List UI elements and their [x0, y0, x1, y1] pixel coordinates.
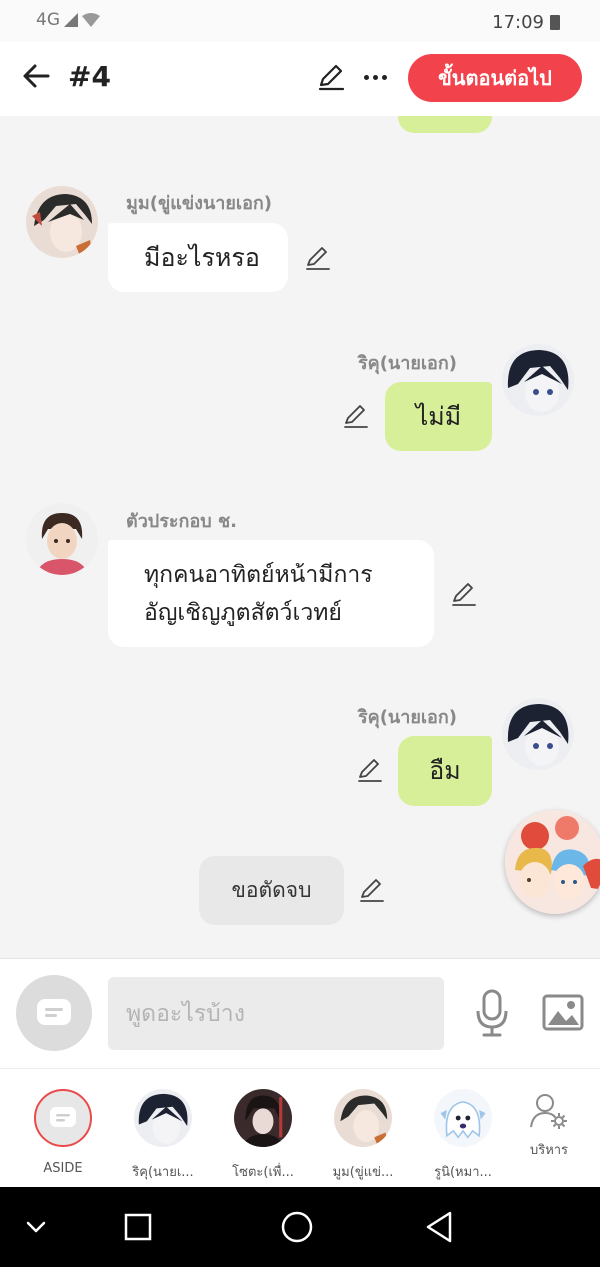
avatar — [234, 1089, 292, 1147]
avatar — [434, 1089, 492, 1147]
message-bubble[interactable]: มีอะไรหรอ — [108, 223, 288, 292]
status-left: 4G — [36, 10, 100, 30]
cast-item-sota[interactable]: โซตะ(เพื่... — [217, 1089, 309, 1182]
aside-avatar — [34, 1089, 92, 1147]
chevron-down-icon[interactable] — [18, 1209, 54, 1245]
aside-bubble[interactable]: ขอตัดจบ — [199, 856, 344, 925]
avatar-moom[interactable] — [26, 186, 98, 258]
cast-item-runi[interactable]: รูนิ(หมา... — [417, 1089, 509, 1182]
cast-label: บริหาร — [529, 1143, 569, 1158]
more-dot — [363, 74, 369, 80]
pencil-icon[interactable] — [356, 756, 384, 784]
square-icon[interactable] — [120, 1209, 156, 1245]
cast-label: รูนิ(หมา... — [434, 1165, 492, 1180]
avatar — [334, 1089, 392, 1147]
pencil-icon[interactable] — [450, 580, 478, 608]
avatar — [134, 1089, 192, 1147]
more-dot — [381, 74, 387, 80]
aside-toggle-button[interactable] — [16, 975, 92, 1051]
cast-label: มูม(ขู่แข่... — [332, 1165, 394, 1180]
chat-area[interactable]: มูม(ขู่แข่งนายเอก) มีอะไรหรอ ริคุ(นายเอก… — [0, 116, 600, 958]
avatar-riku[interactable] — [502, 344, 574, 416]
more-button[interactable] — [360, 62, 390, 92]
message-author: ตัวประกอบ ช. — [126, 511, 238, 532]
message-bubble[interactable]: ไม่มี — [385, 382, 492, 451]
cast-item-manage[interactable]: บริหาร — [503, 1091, 595, 1160]
page-title: #4 — [68, 60, 111, 93]
top-bar: #4 ขั้นตอนต่อไป — [0, 42, 600, 116]
chat-bubble-icon — [50, 1107, 76, 1127]
user-gear-icon — [530, 1094, 567, 1129]
floating-cast-avatar[interactable] — [505, 810, 600, 914]
avatar-riku[interactable] — [502, 698, 574, 770]
next-step-button[interactable]: ขั้นตอนต่อไป — [408, 54, 582, 102]
cast-item-moom[interactable]: มูม(ขู่แข่... — [317, 1089, 409, 1182]
back-button[interactable] — [18, 58, 54, 94]
circle-icon[interactable] — [279, 1209, 315, 1245]
cast-item-riku[interactable]: ริคุ(นายเ... — [117, 1089, 209, 1182]
cast-label: โซตะ(เพื่... — [232, 1165, 294, 1180]
pencil-icon[interactable] — [304, 244, 332, 272]
message-author: ริคุ(นายเอก) — [358, 707, 457, 728]
partial-message-bubble[interactable] — [398, 116, 492, 133]
message-input[interactable] — [108, 977, 444, 1050]
cast-label: ASIDE — [43, 1161, 83, 1176]
image-icon[interactable] — [542, 993, 584, 1033]
message-author: มูม(ขู่แข่งนายเอก) — [126, 193, 273, 214]
cast-item-aside[interactable]: ASIDE — [17, 1089, 109, 1176]
message-bubble[interactable]: ทุกคนอาทิตย์หน้ามีการ อัญเชิญภูตสัตว์เวท… — [108, 540, 434, 647]
status-bar: 4G 17:09 — [0, 0, 600, 42]
network-label: 4G — [36, 10, 60, 30]
cast-label: ริคุ(นายเ... — [132, 1165, 194, 1180]
signal-icon — [64, 13, 78, 27]
message-author: ริคุ(นายเอก) — [358, 353, 457, 374]
system-nav-bar — [0, 1187, 600, 1267]
cast-bar: ASIDE ริคุ(นายเ... โซตะ(เพื่... มูม(ขู่แ… — [0, 1068, 600, 1187]
composer — [0, 958, 600, 1068]
avatar-extra[interactable] — [26, 503, 98, 575]
pencil-icon[interactable] — [342, 402, 370, 430]
triangle-back-icon[interactable] — [422, 1209, 458, 1245]
pencil-icon[interactable] — [358, 876, 386, 904]
battery-icon — [550, 15, 560, 30]
pencil-icon[interactable] — [316, 62, 346, 92]
chat-bubble-icon — [37, 999, 71, 1025]
microphone-icon[interactable] — [474, 989, 510, 1037]
status-right: 17:09 — [492, 12, 560, 33]
more-dot — [372, 74, 378, 80]
arrow-left-icon — [23, 64, 50, 88]
message-bubble[interactable]: อืม — [398, 736, 492, 806]
wifi-icon — [82, 13, 100, 27]
clock: 17:09 — [492, 12, 544, 33]
